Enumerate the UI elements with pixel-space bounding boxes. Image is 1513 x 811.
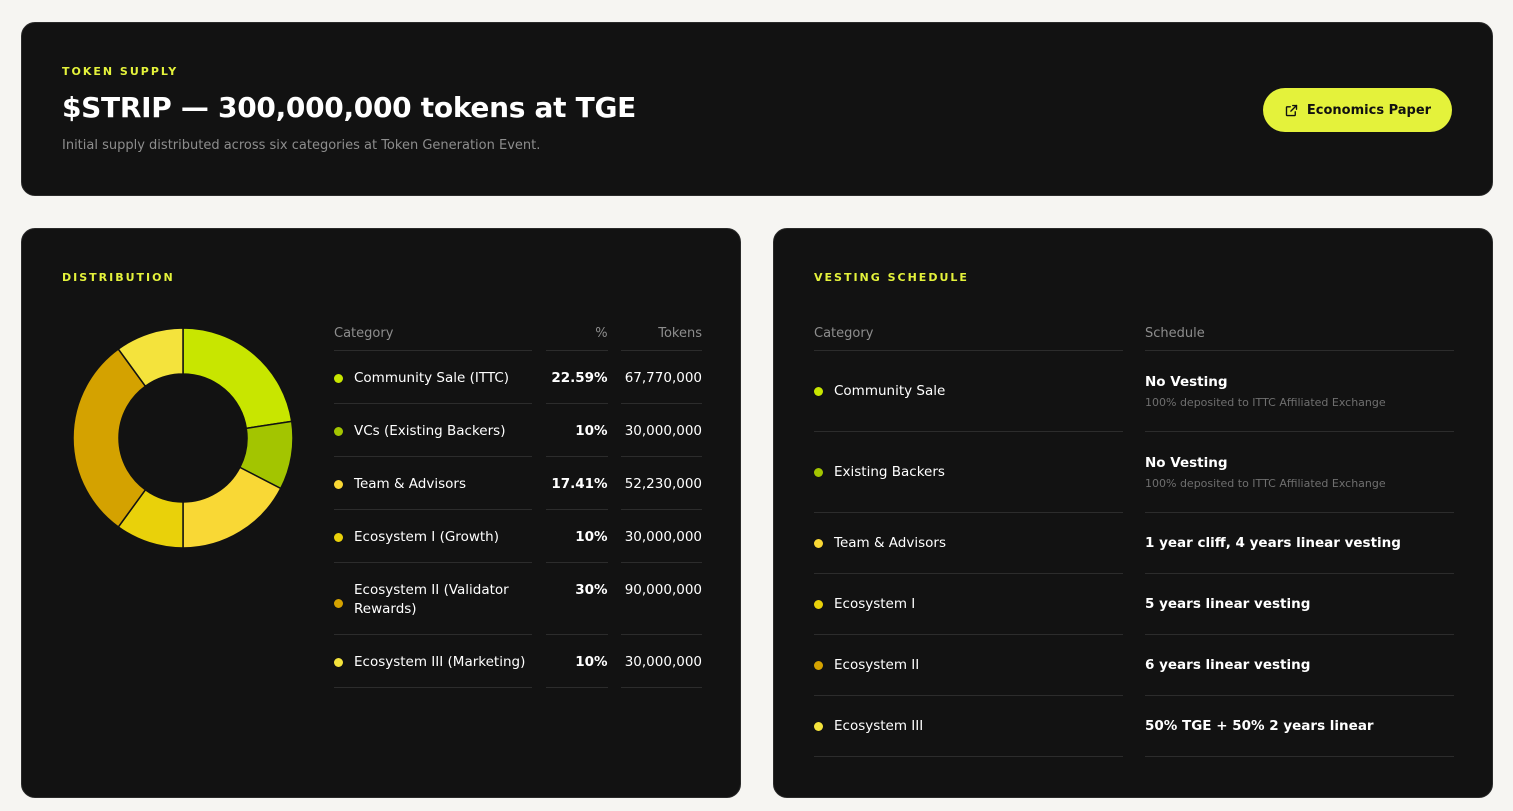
token-supply-eyebrow: TOKEN SUPPLY: [62, 65, 179, 78]
economics-paper-button[interactable]: Economics Paper: [1263, 88, 1452, 132]
category-color-dot: [814, 721, 823, 731]
vesting-category: Ecosystem III: [834, 718, 924, 734]
vesting-category: Team & Advisors: [834, 535, 946, 551]
category-color-dot: [814, 599, 823, 609]
vesting-schedule: No Vesting: [1145, 454, 1228, 471]
economics-paper-label: Economics Paper: [1306, 102, 1432, 118]
category-percent: 10%: [545, 510, 608, 563]
vesting-schedule: 6 years linear vesting: [1145, 657, 1311, 673]
distribution-table: Category % Tokens Community Sale (ITTC) 2…: [334, 317, 702, 688]
distribution-donut-chart: [72, 327, 294, 549]
distribution-row: Community Sale (ITTC) 22.59% 67,770,000: [334, 351, 702, 404]
category-color-dot: [334, 533, 343, 542]
token-supply-card: TOKEN SUPPLY $STRIP — 300,000,000 tokens…: [21, 22, 1493, 196]
distribution-table-header: Category % Tokens: [334, 317, 702, 351]
category-tokens: 90,000,000: [621, 563, 702, 635]
vesting-row: Existing Backers No Vesting 100% deposited…: [814, 432, 1454, 513]
category-tokens: 30,000,000: [621, 510, 702, 563]
external-link-icon: [1285, 104, 1298, 116]
category-color-dot: [814, 660, 823, 670]
vesting-table-header: Category Schedule: [814, 317, 1454, 351]
vesting-schedule: 50% TGE + 50% 2 years linear: [1145, 718, 1374, 734]
category-color-dot: [814, 467, 823, 477]
category-percent: 30%: [545, 563, 608, 635]
category-percent: 22.59%: [545, 351, 608, 404]
category-color-dot: [814, 386, 823, 396]
category-name: Community Sale (ITTC): [354, 370, 510, 386]
category-name: Ecosystem II (Validator Rewards): [354, 582, 509, 617]
header-schedule: Schedule: [1145, 317, 1454, 351]
donut-slice: [182, 327, 293, 430]
category-name: Ecosystem III (Marketing): [354, 654, 526, 670]
vesting-note: 100% deposited to ITTC Affiliated Exchan…: [1145, 476, 1386, 490]
vesting-eyebrow: VESTING SCHEDULE: [814, 271, 969, 284]
vesting-category: Existing Backers: [834, 464, 945, 480]
distribution-row: Team & Advisors 17.41% 52,230,000: [334, 457, 702, 510]
vesting-category: Community Sale: [834, 383, 946, 399]
vesting-schedule: No Vesting: [1145, 373, 1228, 390]
vesting-row: Ecosystem II 6 years linear vesting: [814, 635, 1454, 696]
distribution-row: Ecosystem I (Growth) 10% 30,000,000: [334, 510, 702, 563]
vesting-table: Category Schedule Community Sale No Vesti…: [814, 317, 1454, 757]
category-tokens: 52,230,000: [621, 457, 702, 510]
category-percent: 10%: [545, 404, 608, 457]
category-tokens: 67,770,000: [621, 351, 702, 404]
distribution-card: DISTRIBUTION Category % Tokens Community…: [21, 228, 741, 798]
category-tokens: 30,000,000: [621, 404, 702, 457]
vesting-schedule: 5 years linear vesting: [1145, 596, 1311, 612]
category-name: Ecosystem I (Growth): [354, 529, 499, 545]
header-category: Category: [334, 317, 533, 351]
donut-slice: [72, 347, 147, 529]
category-color-dot: [334, 480, 343, 489]
vesting-row: Community Sale No Vesting 100% deposited t…: [814, 351, 1454, 432]
vesting-row: Team & Advisors 1 year cliff, 4 years lin…: [814, 513, 1454, 574]
vesting-category: Ecosystem I: [834, 596, 916, 612]
category-color-dot: [334, 658, 343, 667]
category-color-dot: [334, 427, 343, 436]
category-color-dot: [814, 538, 823, 548]
vesting-note: 100% deposited to ITTC Affiliated Exchan…: [1145, 395, 1386, 409]
category-tokens: 30,000,000: [621, 635, 702, 688]
vesting-schedule: 1 year cliff, 4 years linear vesting: [1145, 535, 1401, 551]
vesting-category: Ecosystem II: [834, 657, 920, 673]
category-percent: 17.41%: [545, 457, 608, 510]
header-category: Category: [814, 317, 1123, 351]
header-percent: %: [545, 317, 608, 351]
category-color-dot: [334, 374, 343, 383]
category-name: VCs (Existing Backers): [354, 423, 506, 439]
category-name: Team & Advisors: [354, 476, 466, 492]
vesting-row: Ecosystem I 5 years linear vesting: [814, 574, 1454, 635]
category-color-dot: [334, 599, 343, 608]
distribution-row: Ecosystem III (Marketing) 10% 30,000,000: [334, 635, 702, 688]
page-title: $STRIP — 300,000,000 tokens at TGE: [62, 91, 636, 124]
distribution-row: Ecosystem II (Validator Rewards) 30% 90,00…: [334, 563, 702, 635]
header-tokens: Tokens: [621, 317, 702, 351]
distribution-row: VCs (Existing Backers) 10% 30,000,000: [334, 404, 702, 457]
distribution-eyebrow: DISTRIBUTION: [62, 271, 175, 284]
page-subtitle: Initial supply distributed across six ca…: [62, 138, 541, 153]
category-percent: 10%: [545, 635, 608, 688]
vesting-schedule-card: VESTING SCHEDULE Category Schedule Commu…: [773, 228, 1493, 798]
vesting-row: Ecosystem III 50% TGE + 50% 2 years linea…: [814, 696, 1454, 757]
